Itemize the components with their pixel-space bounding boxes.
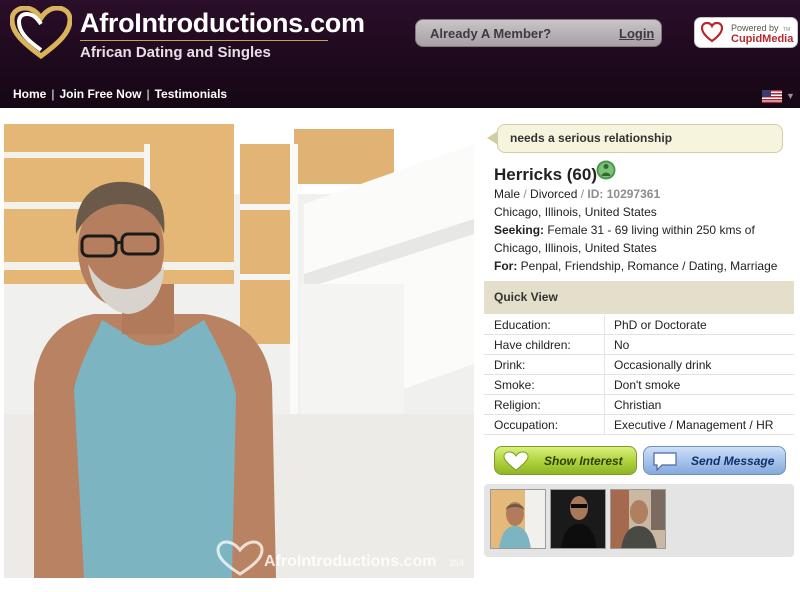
login-link[interactable]: Login: [619, 26, 654, 41]
drink-value: Occasionally drink: [614, 358, 712, 372]
thumbnail-image: [491, 490, 545, 548]
profile-basic-info: Male / Divorced / ID: 10297361: [494, 187, 660, 201]
row-divider: [604, 415, 605, 434]
status-text: needs a serious relationship: [510, 131, 673, 145]
nav-separator: |: [51, 87, 55, 101]
quick-view-row: Have children: No: [484, 335, 794, 355]
photo-number: 354: [449, 558, 465, 568]
send-message-button[interactable]: Send Message: [643, 446, 786, 475]
photo-thumbnail[interactable]: [490, 489, 546, 549]
profile-id: ID: 10297361: [587, 187, 661, 201]
gender: Male: [494, 187, 521, 201]
row-divider: [604, 335, 605, 354]
seeking-location: Chicago, Illinois, United States: [494, 241, 657, 255]
site-header: AfroIntroductions.com African Dating and…: [0, 0, 800, 108]
main-profile-photo[interactable]: [4, 124, 474, 578]
show-interest-label: Show Interest: [544, 454, 623, 468]
row-divider: [604, 355, 605, 374]
photo-thumbnail[interactable]: [550, 489, 606, 549]
profile-location: Chicago, Illinois, United States: [494, 205, 657, 219]
row-divider: [604, 315, 605, 334]
religion-value: Christian: [614, 398, 662, 412]
brand-underline: [80, 40, 328, 41]
member-prompt: Already A Member?: [430, 26, 552, 41]
quick-view-row: Religion: Christian: [484, 395, 794, 415]
main-nav: Home | Join Free Now | Testimonials: [13, 87, 227, 101]
for-label: For:: [494, 259, 518, 273]
send-message-label: Send Message: [691, 454, 775, 468]
marital-status: Divorced: [530, 187, 578, 201]
children-value: No: [614, 338, 630, 352]
cupid-media-badge[interactable]: Powered by CupidMedia TM: [694, 17, 798, 48]
thumbnail-image: [611, 490, 665, 548]
smoke-label: Smoke:: [494, 378, 535, 392]
nav-testimonials[interactable]: Testimonials: [155, 87, 227, 101]
language-dropdown-icon[interactable]: ▼: [786, 91, 795, 101]
thumbnail-image: [551, 490, 605, 548]
education-value: PhD or Doctorate: [614, 318, 707, 332]
cupid-tm: TM: [783, 27, 791, 33]
online-status-icon: [596, 160, 616, 180]
heart-icon: [503, 451, 529, 471]
occupation-label: Occupation:: [494, 418, 559, 432]
for-line: For: Penpal, Friendship, Romance / Datin…: [494, 259, 777, 273]
nav-separator: |: [146, 87, 150, 101]
nav-home[interactable]: Home: [13, 87, 46, 101]
quick-view-row: Education: PhD or Doctorate: [484, 315, 794, 335]
children-label: Have children:: [494, 338, 571, 352]
speech-bubble-icon: [653, 452, 677, 471]
cupid-name: CupidMedia: [731, 33, 794, 45]
profile-photo-image: [4, 124, 474, 578]
info-separator: /: [577, 187, 588, 201]
us-flag-icon[interactable]: [762, 90, 782, 103]
drink-label: Drink:: [494, 358, 526, 372]
photo-thumbnail[interactable]: [610, 489, 666, 549]
seeking-label: Seeking:: [494, 223, 545, 237]
seeking-line: Seeking: Female 31 - 69 living within 25…: [494, 223, 755, 237]
quick-view-row: Occupation: Executive / Management / HR: [484, 415, 794, 435]
brand-name[interactable]: AfroIntroductions.com: [80, 8, 365, 39]
quick-view-title: Quick View: [494, 290, 558, 304]
show-interest-button[interactable]: Show Interest: [494, 446, 637, 475]
smoke-value: Don't smoke: [614, 378, 681, 392]
info-separator: /: [520, 187, 531, 201]
quick-view-row: Drink: Occasionally drink: [484, 355, 794, 375]
row-divider: [604, 375, 605, 394]
cupid-powered-text: Powered by: [731, 23, 779, 33]
quick-view-row: Smoke: Don't smoke: [484, 375, 794, 395]
heart-logo-icon[interactable]: [10, 6, 72, 60]
religion-label: Religion:: [494, 398, 541, 412]
row-divider: [604, 395, 605, 414]
education-label: Education:: [494, 318, 551, 332]
seeking-value: Female 31 - 69 living within 250 kms of: [544, 223, 755, 237]
photo-watermark-text: AfroIntroductions.com: [264, 553, 437, 570]
occupation-value: Executive / Management / HR: [614, 418, 774, 432]
member-login-box: Already A Member? Login: [415, 19, 662, 47]
brand-tagline: African Dating and Singles: [80, 44, 271, 61]
cupid-heart-icon: [701, 22, 723, 43]
nav-join-free[interactable]: Join Free Now: [59, 87, 141, 101]
for-value: Penpal, Friendship, Romance / Dating, Ma…: [517, 259, 778, 273]
profile-name: Herricks (60): [494, 165, 598, 184]
